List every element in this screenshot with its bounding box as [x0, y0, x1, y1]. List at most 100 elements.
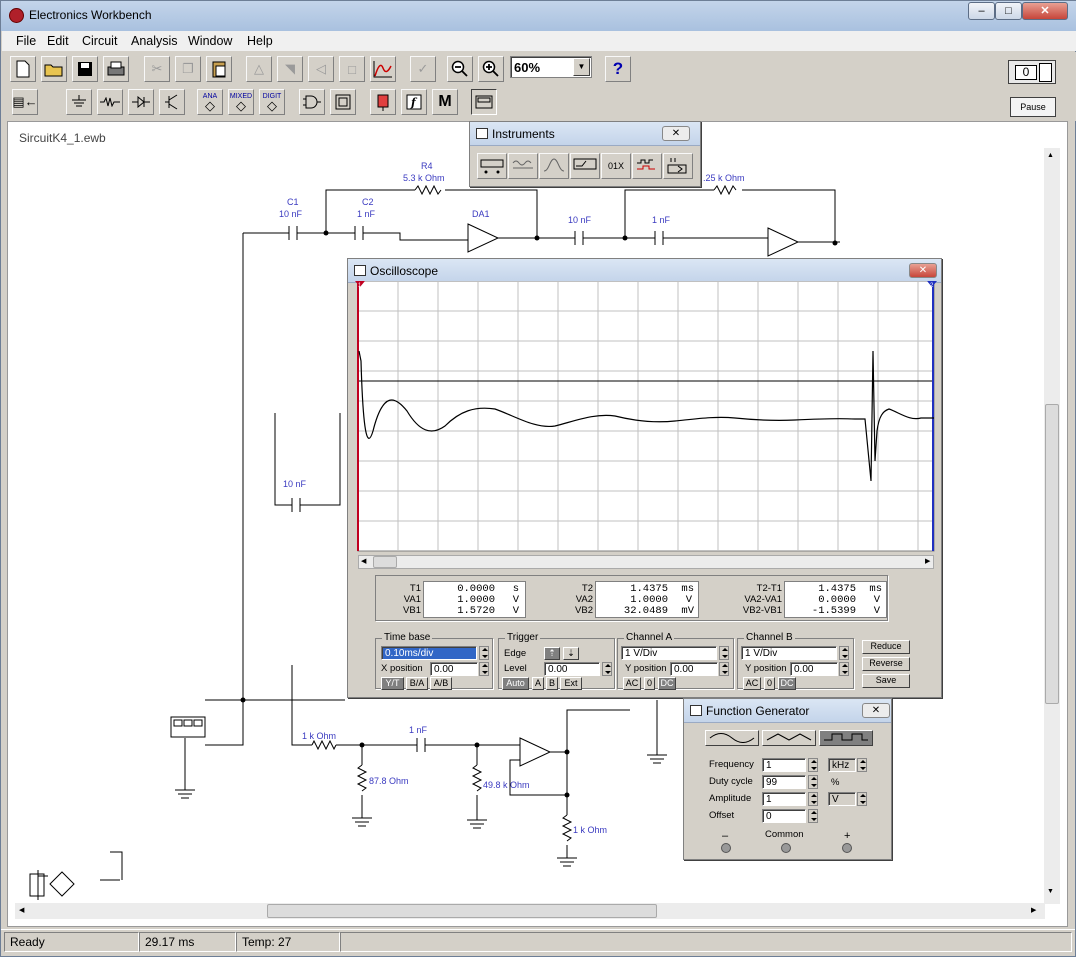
- channel-b-scale-spinner[interactable]: [839, 646, 849, 660]
- vb1-value: 1.5720: [457, 605, 495, 617]
- function-generator-window: Function Generator ✕ Frequency 1 kHz Dut…: [683, 698, 892, 860]
- readout-labels-2: T2 VA2 VB2: [548, 583, 593, 616]
- reverse-button[interactable]: Reverse: [862, 657, 910, 671]
- level-input[interactable]: 0.00: [544, 662, 600, 676]
- amplitude-input[interactable]: 1: [762, 792, 806, 806]
- c1-name-label: C1: [287, 197, 299, 207]
- dvb-unit: V: [873, 605, 880, 617]
- screen-scrollbar[interactable]: ◀ ▶: [358, 555, 934, 569]
- amplitude-label: Amplitude: [709, 793, 752, 804]
- mode-ba-button[interactable]: B/A: [406, 677, 428, 690]
- amplitude-spinner[interactable]: [808, 792, 818, 806]
- channel-b-ac-button[interactable]: AC: [743, 677, 761, 690]
- trigger-a-button[interactable]: A: [532, 677, 544, 690]
- status-temp: Temp: 27: [236, 932, 340, 952]
- screen-scroll-thumb[interactable]: [373, 556, 397, 568]
- common-terminal-icon[interactable]: [781, 843, 791, 853]
- frequency-unit-spinner[interactable]: [857, 758, 867, 772]
- channel-a-ac-button[interactable]: AC: [623, 677, 641, 690]
- offset-input[interactable]: 0: [762, 809, 806, 823]
- channel-a-scale-input[interactable]: 1 V/Div: [621, 646, 717, 660]
- falling-edge-icon[interactable]: ⇣: [563, 647, 579, 660]
- xpos-spinner[interactable]: [479, 662, 489, 676]
- function-generator-close-icon[interactable]: ✕: [862, 703, 890, 718]
- channel-b-scale-input[interactable]: 1 V/Div: [741, 646, 837, 660]
- vb1-unit: V: [512, 605, 519, 617]
- rising-edge-icon[interactable]: ⇡: [544, 647, 560, 660]
- minus-terminal-icon[interactable]: [721, 843, 731, 853]
- window-icon: [690, 705, 702, 716]
- vb1-label: VB1: [403, 605, 421, 616]
- timebase-group: Time base 0.10ms/div X position 0.00 Y/T…: [375, 632, 493, 690]
- bode-plotter-icon[interactable]: [539, 153, 569, 179]
- channel-b-ypos-label: Y position: [745, 663, 787, 674]
- instruments-close-icon[interactable]: ✕: [662, 126, 690, 141]
- timebase-input[interactable]: 0.10ms/div: [381, 646, 477, 660]
- duty-cycle-spinner[interactable]: [808, 775, 818, 789]
- timebase-title: Time base: [382, 632, 433, 643]
- oscilloscope-icon[interactable]: [570, 153, 600, 179]
- timebase-spinner[interactable]: [479, 646, 489, 660]
- trigger-ext-button[interactable]: Ext: [560, 677, 582, 690]
- oscilloscope-title: Oscilloscope: [370, 264, 439, 278]
- word-generator-icon[interactable]: 01X: [601, 153, 631, 179]
- instruments-title: Instruments: [492, 127, 555, 141]
- save-button[interactable]: Save: [862, 674, 910, 688]
- channel-b-ypos-spinner[interactable]: [839, 662, 849, 676]
- channel-a-title: Channel A: [624, 632, 675, 643]
- r4-value-label: 5.3 k Ohm: [403, 173, 445, 183]
- readout-panel: T1 VA1 VB1 0.0000 s 1.0000 V 1.5720 V T2 VA…: [375, 575, 888, 621]
- level-label: Level: [504, 663, 527, 674]
- mode-ab-button[interactable]: A/B: [430, 677, 452, 690]
- frequency-input[interactable]: 1: [762, 758, 806, 772]
- frequency-unit[interactable]: kHz: [828, 758, 856, 772]
- plus-terminal-icon[interactable]: [842, 843, 852, 853]
- amplitude-unit-spinner[interactable]: [857, 792, 867, 806]
- square-wave-icon[interactable]: [819, 730, 873, 746]
- xpos-input[interactable]: 0.00: [430, 662, 478, 676]
- status-sim-time: 29.17 ms: [139, 932, 236, 952]
- channel-a-scale-spinner[interactable]: [719, 646, 729, 660]
- scroll-left-icon[interactable]: ◀: [361, 557, 366, 565]
- scroll-right-icon[interactable]: ▶: [925, 557, 930, 565]
- offset-spinner[interactable]: [808, 809, 818, 823]
- channel-a-zero-button[interactable]: 0: [644, 677, 655, 690]
- trigger-b-button[interactable]: B: [546, 677, 558, 690]
- amplitude-unit[interactable]: V: [828, 792, 856, 806]
- channel-b-dc-button[interactable]: DC: [778, 677, 796, 690]
- sine-wave-icon[interactable]: [705, 730, 759, 746]
- duty-cycle-input[interactable]: 99: [762, 775, 806, 789]
- readout-diff-box: 1.4375 ms 0.0000 V -1.5399 V: [784, 581, 887, 618]
- trigger-auto-button[interactable]: Auto: [502, 677, 529, 690]
- reduce-button[interactable]: Reduce: [862, 640, 910, 654]
- t1-label: T1: [409, 583, 421, 594]
- channel-a-dc-button[interactable]: DC: [658, 677, 676, 690]
- channel-a-group: Channel A 1 V/Div Y position 0.00 AC 0 D…: [617, 632, 734, 690]
- function-generator-titlebar[interactable]: Function Generator ✕: [684, 699, 891, 723]
- oscilloscope-close-icon[interactable]: ✕: [909, 263, 937, 278]
- mode-yt-button[interactable]: Y/T: [381, 677, 404, 690]
- triangle-wave-icon[interactable]: [762, 730, 816, 746]
- channel-a-ypos-input[interactable]: 0.00: [670, 662, 718, 676]
- logic-converter-icon[interactable]: [663, 153, 693, 179]
- level-spinner[interactable]: [602, 662, 612, 676]
- oscilloscope-titlebar[interactable]: Oscilloscope ✕: [348, 259, 941, 283]
- channel-b-group: Channel B 1 V/Div Y position 0.00 AC 0 D…: [737, 632, 854, 690]
- edge-label: Edge: [504, 648, 527, 659]
- readout-labels-1: T1 VA1 VB1: [376, 583, 421, 616]
- instruments-titlebar[interactable]: Instruments ✕: [470, 122, 700, 146]
- channel-a-ypos-spinner[interactable]: [719, 662, 729, 676]
- function-generator-icon[interactable]: [508, 153, 538, 179]
- channel-b-zero-button[interactable]: 0: [764, 677, 775, 690]
- logic-analyzer-icon[interactable]: [632, 153, 662, 179]
- da1-label: DA1: [472, 209, 490, 219]
- multimeter-icon[interactable]: [477, 153, 507, 179]
- instruments-panel: Instruments ✕ 01X: [469, 121, 701, 187]
- oscilloscope-screen[interactable]: 1 2: [355, 281, 937, 553]
- c5-value-label: 10 nF: [283, 479, 307, 489]
- vb2-unit: mV: [681, 605, 694, 617]
- c3-value-label: 10 nF: [568, 215, 592, 225]
- channel-b-ypos-input[interactable]: 0.00: [790, 662, 838, 676]
- frequency-spinner[interactable]: [808, 758, 818, 772]
- r4-name-label: R4: [421, 161, 433, 171]
